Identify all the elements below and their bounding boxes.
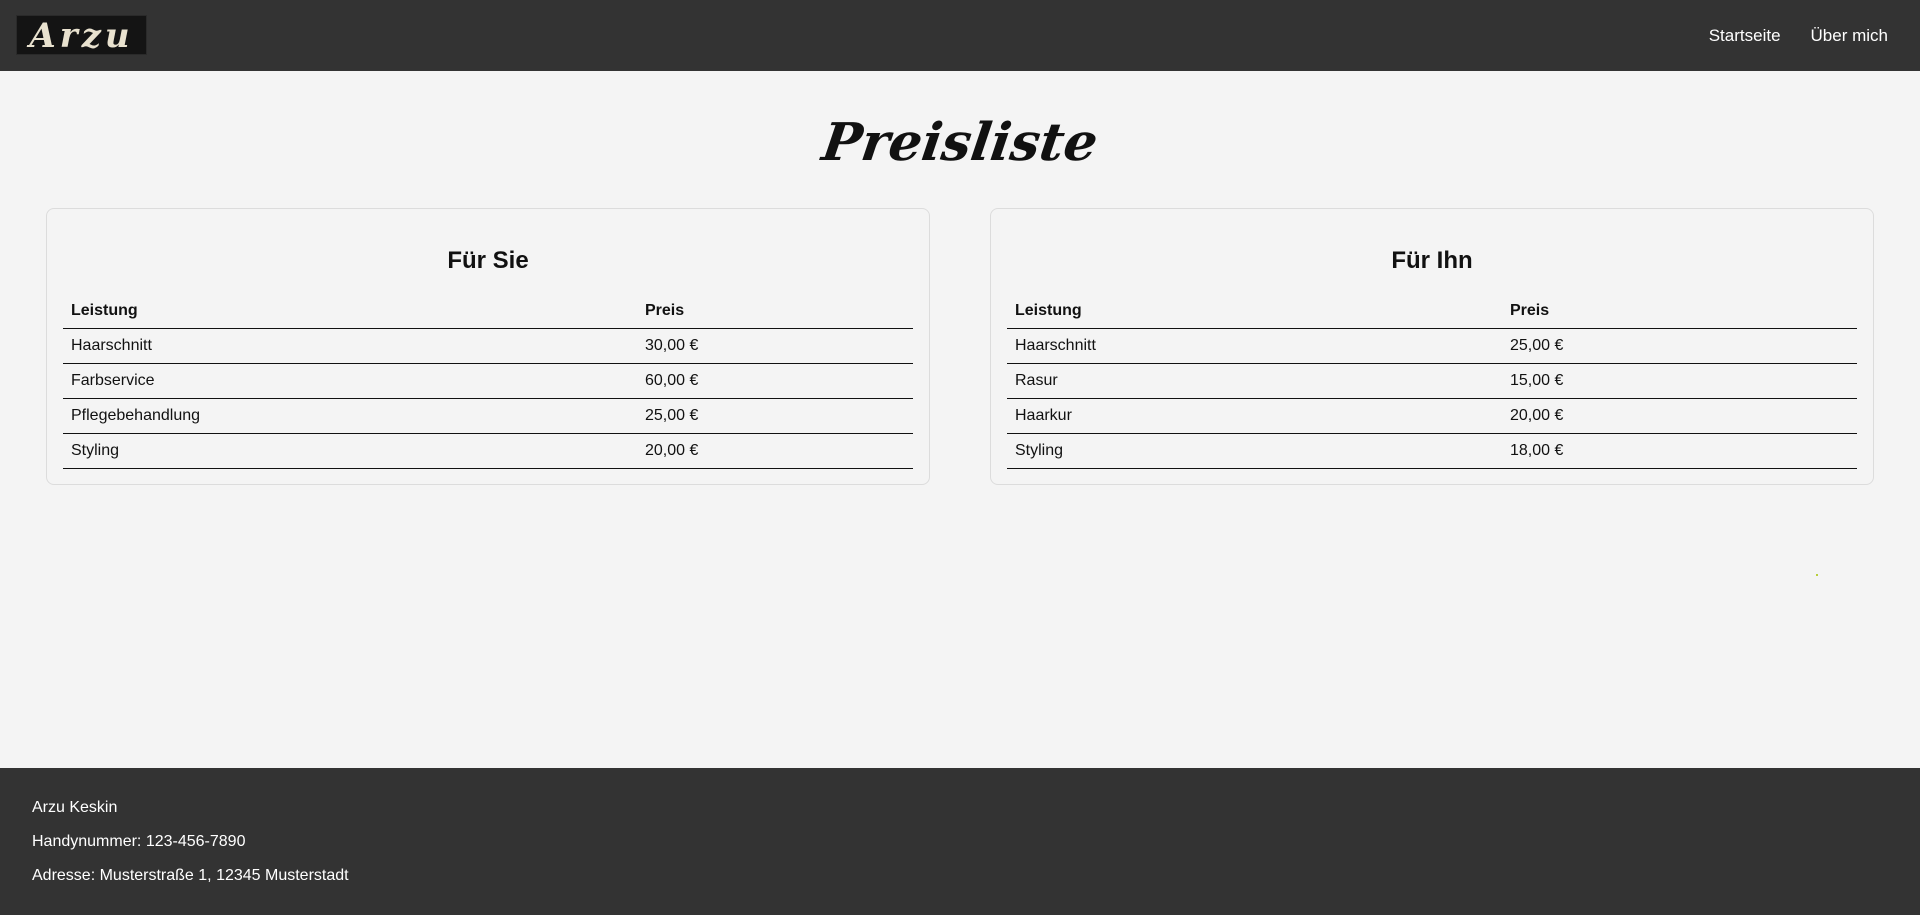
service-cell: Pflegebehandlung (63, 398, 637, 434)
nav-link-startseite[interactable]: Startseite (1709, 26, 1781, 46)
price-cell: 18,00 € (1502, 433, 1857, 469)
column-header-leistung: Leistung (63, 295, 637, 329)
decorative-dot (1816, 574, 1818, 576)
service-cell: Haarschnitt (63, 328, 637, 364)
price-cell: 60,00 € (637, 363, 913, 399)
table-row: Styling 20,00 € (63, 433, 913, 469)
page-title: Preisliste (818, 112, 1102, 173)
price-card-ihn: Für Ihn Leistung Preis Haarschnitt 25,00… (990, 208, 1874, 485)
service-cell: Haarschnitt (1007, 328, 1502, 364)
service-cell: Styling (1007, 433, 1502, 469)
price-cell: 25,00 € (637, 398, 913, 434)
price-table: Leistung Preis Haarschnitt 25,00 € Rasur… (1007, 295, 1857, 469)
column-header-preis: Preis (637, 295, 913, 329)
price-cell: 30,00 € (637, 328, 913, 364)
service-cell: Farbservice (63, 363, 637, 399)
main-nav: Startseite Über mich (1709, 0, 1888, 71)
price-cell: 20,00 € (637, 433, 913, 469)
footer-phone: Handynummer: 123-456-7890 (32, 833, 246, 850)
service-cell: Haarkur (1007, 398, 1502, 434)
logo[interactable]: Arzu (16, 15, 147, 56)
footer-name: Arzu Keskin (32, 799, 118, 816)
footer: Arzu Keskin Handynummer: 123-456-7890 Ad… (0, 768, 1920, 915)
price-cell: 20,00 € (1502, 398, 1857, 434)
table-row: Farbservice 60,00 € (63, 363, 913, 399)
table-row: Styling 18,00 € (1007, 433, 1857, 469)
price-cell: 25,00 € (1502, 328, 1857, 364)
table-row: Haarkur 20,00 € (1007, 398, 1857, 434)
column-header-preis: Preis (1502, 295, 1857, 329)
footer-address: Adresse: Musterstraße 1, 12345 Mustersta… (32, 867, 349, 884)
table-header-row: Leistung Preis (1007, 295, 1857, 329)
nav-link-ueber-mich[interactable]: Über mich (1811, 26, 1888, 46)
table-header-row: Leistung Preis (63, 295, 913, 329)
table-row: Pflegebehandlung 25,00 € (63, 398, 913, 434)
price-cell: 15,00 € (1502, 363, 1857, 399)
card-title: Für Sie (447, 247, 529, 274)
table-row: Rasur 15,00 € (1007, 363, 1857, 399)
table-row: Haarschnitt 25,00 € (1007, 328, 1857, 364)
price-table: Leistung Preis Haarschnitt 30,00 € Farbs… (63, 295, 913, 469)
top-navbar: Arzu Startseite Über mich (0, 0, 1920, 71)
service-cell: Rasur (1007, 363, 1502, 399)
column-header-leistung: Leistung (1007, 295, 1502, 329)
service-cell: Styling (63, 433, 637, 469)
table-row: Haarschnitt 30,00 € (63, 328, 913, 364)
price-card-sie: Für Sie Leistung Preis Haarschnitt 30,00… (46, 208, 930, 485)
card-title: Für Ihn (1391, 247, 1473, 274)
